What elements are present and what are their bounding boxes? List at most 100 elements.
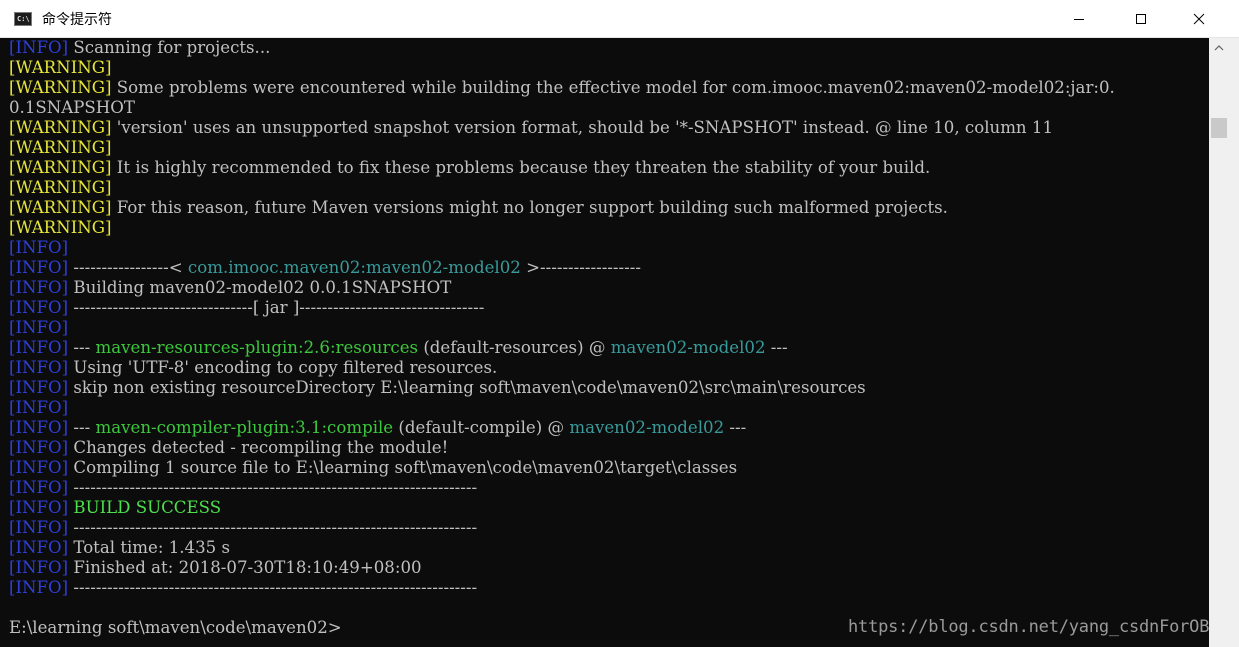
info-tag: [INFO] <box>9 398 69 417</box>
console-text: skip non existing resourceDirectory E:\l… <box>68 378 866 397</box>
scroll-thumb[interactable] <box>1211 118 1227 138</box>
scroll-up-button[interactable] <box>1209 38 1229 58</box>
watermark: https://blog.csdn.net/yang_csdnForOB <box>848 617 1210 637</box>
info-tag: [INFO] <box>9 458 69 477</box>
console-text: Building maven02-model02 0.0.1SNAPSHOT <box>68 278 452 297</box>
console-line: [INFO] <box>9 398 68 418</box>
maximize-icon <box>1136 14 1146 24</box>
close-icon <box>1193 13 1205 25</box>
console-text: It is highly recommended to fix these pr… <box>111 158 931 177</box>
console-text: maven-resources-plugin:2.6:resources <box>95 338 419 357</box>
console-text: E:\learning soft\maven\code\maven02> <box>9 618 342 637</box>
console-app-icon[interactable]: C:\ <box>14 12 32 26</box>
console-line: [INFO] Scanning for projects... <box>9 38 270 58</box>
console-text: maven02-model02 <box>569 418 725 437</box>
console-text: >------------------ <box>520 258 641 277</box>
console-line: [WARNING] Some problems were encountered… <box>9 78 1115 98</box>
info-tag: [INFO] <box>9 518 69 537</box>
console-line: [INFO] BUILD SUCCESS <box>9 498 221 518</box>
console-text: ----------------------------------------… <box>68 578 478 597</box>
close-button[interactable] <box>1176 0 1222 38</box>
console-line: [WARNING] It is highly recommended to fi… <box>9 158 930 178</box>
console-line: E:\learning soft\maven\code\maven02> <box>9 618 342 638</box>
vertical-scrollbar[interactable] <box>1209 38 1239 647</box>
console-text: --- <box>765 338 788 357</box>
console-text: --- <box>724 418 747 437</box>
console-text: --- <box>68 418 96 437</box>
console-text: BUILD SUCCESS <box>73 498 222 517</box>
console-line: [WARNING] <box>9 58 112 78</box>
minimize-button[interactable] <box>1056 0 1102 38</box>
warning-tag: [WARNING] <box>9 218 112 237</box>
info-tag: [INFO] <box>9 558 69 577</box>
info-tag: [INFO] <box>9 238 69 257</box>
console-text: Scanning for projects... <box>68 38 271 57</box>
info-tag: [INFO] <box>9 358 69 377</box>
console-line: [INFO] --- maven-compiler-plugin:3.1:com… <box>9 418 746 438</box>
console-line: [INFO] Finished at: 2018-07-30T18:10:49+… <box>9 558 422 578</box>
console-line: [INFO] Building maven02-model02 0.0.1SNA… <box>9 278 451 298</box>
info-tag: [INFO] <box>9 38 69 57</box>
info-tag: [INFO] <box>9 298 69 317</box>
console-text: --------------------------------[ jar ]-… <box>68 298 485 317</box>
console-text: maven02-model02 <box>610 338 766 357</box>
console-line: [WARNING] For this reason, future Maven … <box>9 198 948 218</box>
console-line: [INFO] Total time: 1.435 s <box>9 538 230 558</box>
console-line: 0.1SNAPSHOT <box>9 98 135 118</box>
console-text: (default-compile) @ <box>393 418 570 437</box>
console-text: (default-resources) @ <box>418 338 611 357</box>
console-line: [INFO] Changes detected - recompiling th… <box>9 438 448 458</box>
console-text: Compiling 1 source file to E:\learning s… <box>68 458 738 477</box>
info-tag: [INFO] <box>9 498 69 517</box>
console-line: [WARNING] <box>9 138 112 158</box>
console-line: [INFO] <box>9 318 68 338</box>
console-text: --- <box>68 338 96 357</box>
warning-tag: [WARNING] <box>9 178 112 197</box>
minimize-icon <box>1074 19 1084 20</box>
info-tag: [INFO] <box>9 338 69 357</box>
console-text: com.imooc.maven02:maven02-model02 <box>187 258 521 277</box>
console-text: 0.1SNAPSHOT <box>9 98 135 117</box>
console-line: [WARNING] <box>9 218 112 238</box>
info-tag: [INFO] <box>9 478 69 497</box>
warning-tag: [WARNING] <box>9 78 112 97</box>
console-output[interactable]: [INFO] Scanning for projects... [WARNING]… <box>0 38 1209 647</box>
warning-tag: [WARNING] <box>9 158 112 177</box>
console-line: [INFO] ---------------------------------… <box>9 478 477 498</box>
console-text: For this reason, future Maven versions m… <box>111 198 948 217</box>
warning-tag: [WARNING] <box>9 198 112 217</box>
console-line: [INFO] Using 'UTF-8' encoding to copy fi… <box>9 358 497 378</box>
console-text: -----------------< <box>68 258 188 277</box>
info-tag: [INFO] <box>9 378 69 397</box>
info-tag: [INFO] <box>9 258 69 277</box>
maximize-button[interactable] <box>1118 0 1164 38</box>
console-line: [WARNING] 'version' uses an unsupported … <box>9 118 1053 138</box>
console-line: [INFO] ---------------------------------… <box>9 518 477 538</box>
console-text: Total time: 1.435 s <box>68 538 231 557</box>
window-title: 命令提示符 <box>42 12 112 28</box>
warning-tag: [WARNING] <box>9 58 112 77</box>
console-text: Changes detected - recompiling the modul… <box>68 438 449 457</box>
info-tag: [INFO] <box>9 318 69 337</box>
console-line: [INFO] ---------------------------------… <box>9 578 477 598</box>
info-tag: [INFO] <box>9 538 69 557</box>
console-text: 'version' uses an unsupported snapshot v… <box>111 118 1054 137</box>
info-tag: [INFO] <box>9 578 69 597</box>
info-tag: [INFO] <box>9 418 69 437</box>
console-line: [INFO] -----------------< com.imooc.mave… <box>9 258 641 278</box>
console-text: Using 'UTF-8' encoding to copy filtered … <box>68 358 498 377</box>
console-text: ----------------------------------------… <box>68 518 478 537</box>
console-line: [WARNING] <box>9 178 112 198</box>
chevron-up-icon <box>1214 45 1224 51</box>
info-tag: [INFO] <box>9 278 69 297</box>
console-line: [INFO] Compiling 1 source file to E:\lea… <box>9 458 737 478</box>
warning-tag: [WARNING] <box>9 118 112 137</box>
console-line: [INFO] --- maven-resources-plugin:2.6:re… <box>9 338 788 358</box>
console-line: [INFO] <box>9 238 68 258</box>
console-text: maven-compiler-plugin:3.1:compile <box>95 418 394 437</box>
window-titlebar[interactable]: C:\ 命令提示符 <box>0 0 1239 38</box>
info-tag: [INFO] <box>9 438 69 457</box>
console-text: ----------------------------------------… <box>68 478 478 497</box>
warning-tag: [WARNING] <box>9 138 112 157</box>
console-line: [INFO] --------------------------------[… <box>9 298 484 318</box>
